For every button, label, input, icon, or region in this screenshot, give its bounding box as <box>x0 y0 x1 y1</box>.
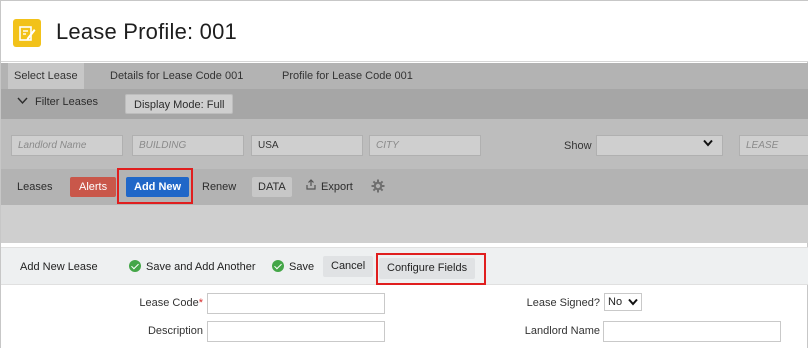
lease-signed-select[interactable]: No <box>604 293 642 311</box>
save-button[interactable]: Save <box>272 260 314 273</box>
leases-label: Leases <box>17 181 53 193</box>
filter-inputs: Landlord Name BUILDING USA CITY Show LEA… <box>1 119 808 169</box>
alerts-button[interactable]: Alerts <box>70 177 117 197</box>
save-and-add-another-button[interactable]: Save and Add Another <box>129 260 255 273</box>
results-area <box>1 205 808 243</box>
tab-profile[interactable]: Profile for Lease Code 001 <box>276 63 419 89</box>
cancel-button[interactable]: Cancel <box>323 256 374 277</box>
configure-fields-highlight <box>376 253 486 285</box>
chevron-down-icon <box>628 295 638 311</box>
description-label: Description <box>147 325 203 337</box>
lease-code-label: Lease Code* <box>101 297 203 309</box>
tab-select-lease[interactable]: Select Lease <box>8 63 84 89</box>
renew-button[interactable]: Renew <box>196 177 242 197</box>
display-mode-button[interactable]: Display Mode: Full <box>125 94 234 114</box>
landlord-name-input[interactable]: Landlord Name <box>11 135 123 156</box>
add-new-highlight <box>117 168 193 204</box>
city-input[interactable]: CITY <box>369 135 481 156</box>
page-header: Lease Profile: 001 <box>1 1 808 62</box>
lease-signed-value: No <box>608 296 623 308</box>
show-select[interactable] <box>596 135 723 156</box>
save-and-add-another-label: Save and Add Another <box>146 261 256 273</box>
chevron-down-icon <box>17 96 28 108</box>
check-circle-icon <box>129 260 141 272</box>
lease-code-label-text: Lease Code <box>139 297 199 309</box>
page-title: Lease Profile: 001 <box>56 19 237 44</box>
save-label: Save <box>289 261 315 273</box>
export-icon <box>306 177 316 197</box>
landlord-name-form-input[interactable] <box>603 321 781 342</box>
tab-bar: Select Lease Details for Lease Code 001 … <box>1 63 808 89</box>
building-input[interactable]: BUILDING <box>132 135 244 156</box>
tab-details[interactable]: Details for Lease Code 001 <box>104 63 249 89</box>
filter-bar: Filter Leases Display Mode: Full <box>1 89 808 119</box>
export-label: Export <box>321 181 353 193</box>
add-new-lease-title: Add New Lease <box>20 261 98 273</box>
gear-icon[interactable] <box>371 179 385 193</box>
required-marker: * <box>198 297 203 309</box>
lease-edit-icon <box>13 19 41 47</box>
lease-code-input[interactable] <box>207 293 385 314</box>
check-circle-icon <box>272 260 284 272</box>
app-window: Lease Profile: 001 Select Lease Details … <box>0 0 808 348</box>
landlord-name-label: Landlord Name <box>524 325 600 337</box>
lease-input[interactable]: LEASE <box>739 135 808 156</box>
data-button[interactable]: DATA <box>252 177 292 197</box>
filter-leases-label: Filter Leases <box>35 96 98 108</box>
chevron-down-icon <box>703 139 713 150</box>
show-label: Show <box>564 140 592 152</box>
country-input[interactable]: USA <box>251 135 363 156</box>
filter-leases-toggle[interactable]: Filter Leases <box>17 96 98 108</box>
export-button[interactable]: Export <box>300 177 359 197</box>
description-input[interactable] <box>207 321 385 342</box>
lease-signed-label: Lease Signed? <box>526 297 600 309</box>
